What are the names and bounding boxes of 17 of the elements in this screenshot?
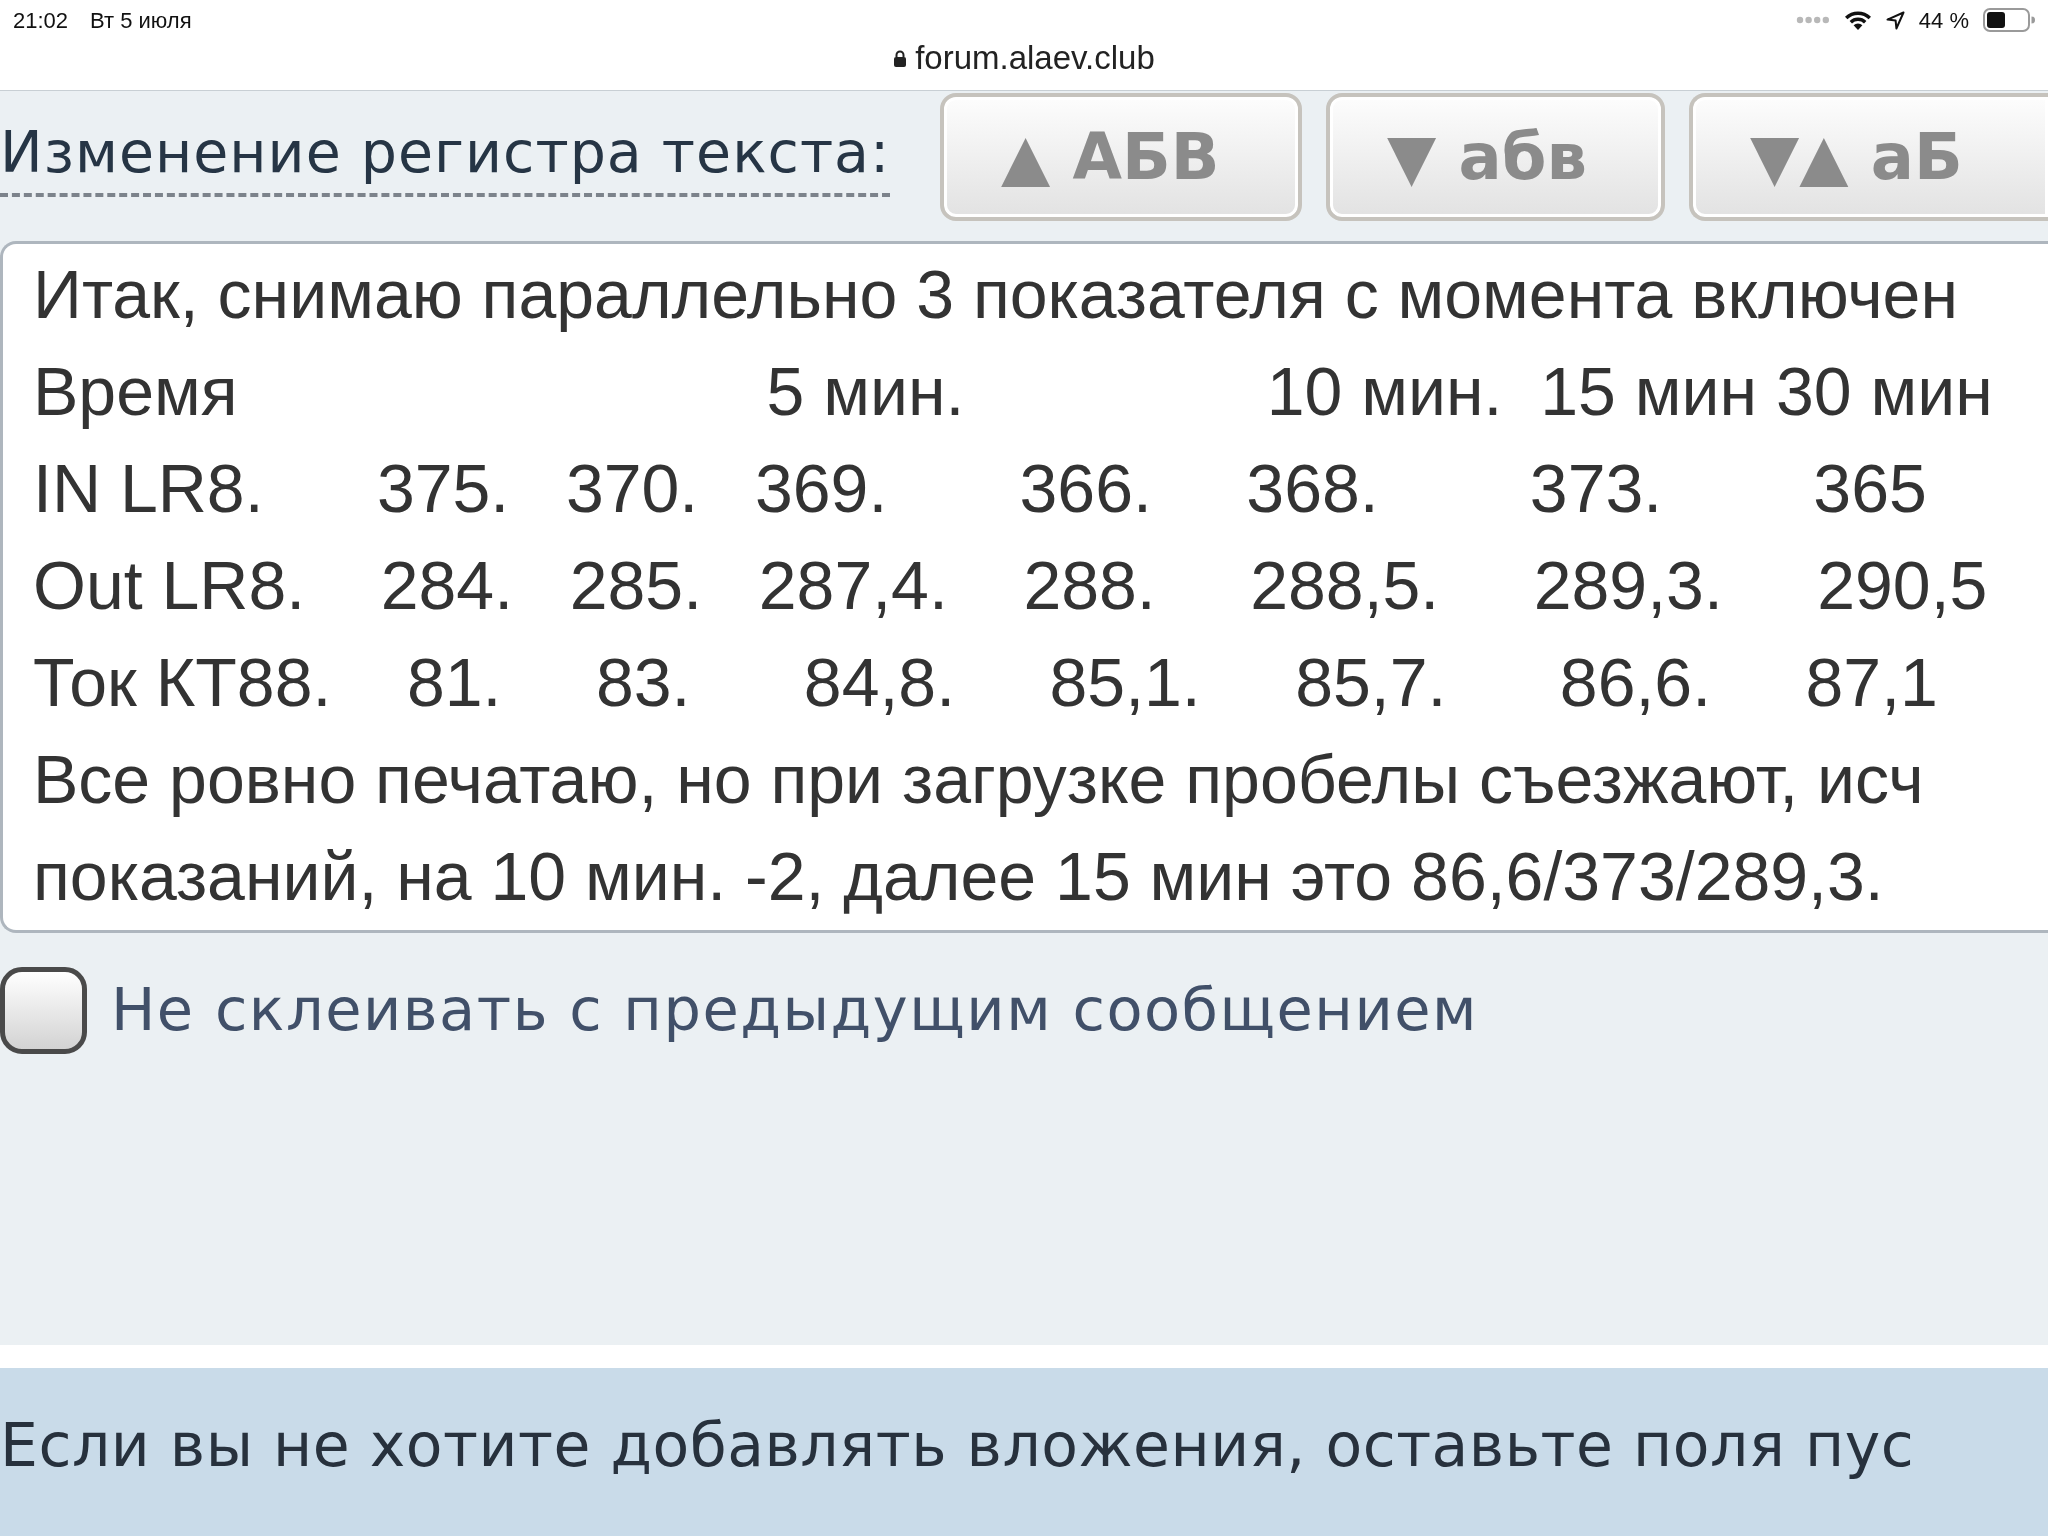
signal-dots-icon (1795, 16, 1830, 24)
attachments-notice: Если вы не хотите добавлять вложения, оставьте поля пус (0, 1409, 1916, 1482)
lock-icon (893, 49, 908, 67)
battery-icon (1983, 8, 2035, 32)
case-button[interactable]: ▲ АБВ (940, 93, 1302, 221)
status-date: Вт 5 июля (90, 6, 192, 35)
battery-percent: 44 % (1918, 6, 1969, 35)
message-textarea[interactable]: Итак, снимаю параллельно 3 показателя с момента включен Время 5 мин. 10 мин. 15 мин 30 мин IN LR8. 375. 370. 369. 366. 368. 373. 365 Out LR8. 284. 285. 287,4. 288. 288,5. 289,3. 290,5 Ток КТ88. 81. 83. 84,8. 85,1. 85,7. 86,6. 87,1 Все ровно печатаю, но при загрузке пробелы съезжают, исч показаний, на 10 мин. -2, далее 15 мин это 86,6/373/289,3. (0, 241, 2048, 933)
status-time: 21:02 (13, 6, 69, 35)
case-button[interactable]: ▼▲ аБ (1689, 93, 2048, 221)
checkbox[interactable] (0, 966, 87, 1054)
case-change-label: Изменение регистра текста: (0, 119, 891, 197)
no-merge-label: Не склеивать с предыдущим сообщением (111, 974, 1479, 1046)
url-text[interactable]: forum.alaev.club (915, 33, 1155, 83)
location-arrow-icon (1885, 10, 1905, 30)
case-button[interactable]: ▼ абв (1326, 93, 1665, 221)
wifi-icon (1843, 10, 1872, 30)
